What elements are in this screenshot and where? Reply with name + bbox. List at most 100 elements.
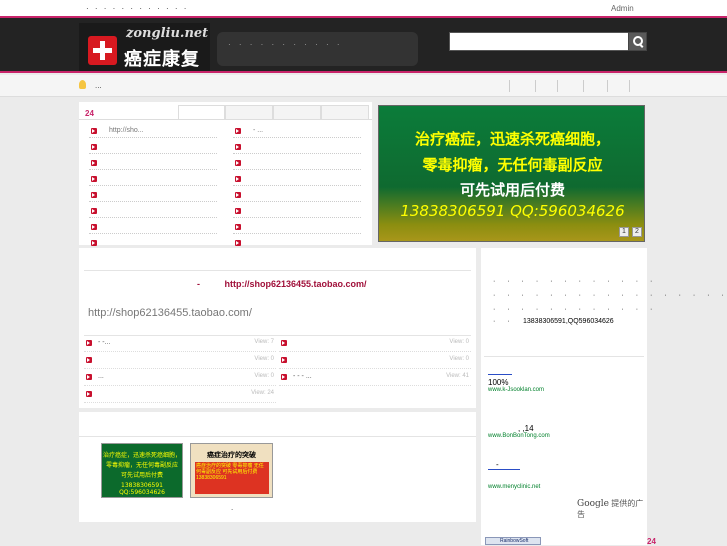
contact-phone: 13838306591,QQ596034626 (523, 318, 614, 325)
bullet-icon (235, 160, 241, 166)
news-panel: 24 http://sho... - ... (79, 102, 372, 250)
sponsored-ad[interactable]: , ,14 www.BonBonTong.com (488, 424, 550, 439)
bullet-icon (235, 224, 241, 230)
sponsored-ad[interactable]: - www.menyclinic.net (488, 460, 540, 490)
top-links[interactable]: · · · · · · · · · · · · (86, 4, 188, 13)
view-count: View: 0 (449, 339, 469, 345)
news-item[interactable] (89, 142, 217, 154)
news-item[interactable] (233, 206, 361, 218)
bullet-icon (235, 144, 241, 150)
bullet-icon (91, 176, 97, 182)
site-logo[interactable]: zongliu.net 癌症康复 (79, 23, 210, 71)
news-item[interactable]: http://sho... (89, 126, 217, 138)
bullet-icon (86, 374, 92, 380)
sidebar: · · · · · · · · · · · · · · · · · · · · … (481, 248, 727, 545)
banner-line: 治疗癌症，迅速杀死癌细胞， (414, 130, 610, 148)
bullet-icon (235, 192, 241, 198)
news-item[interactable] (233, 158, 361, 170)
bullet-icon (91, 128, 97, 134)
google-ads-label[interactable]: Google 提供的广告 (577, 498, 647, 520)
article-item[interactable]: View: 0 (84, 353, 276, 369)
tab[interactable] (321, 105, 369, 119)
view-count: View: 0 (449, 356, 469, 362)
thumb-line: 治疗癌症，迅速杀死癌细胞， (102, 452, 181, 459)
header: zongliu.net 癌症康复 · · · · · · · · · · · (0, 18, 727, 73)
bullet-icon (281, 374, 287, 380)
sidebar-text: · · · · · · · · · · · · (493, 306, 658, 313)
news-title[interactable]: - ... (253, 127, 263, 134)
ad-link[interactable]: www.menyclinic.net (488, 484, 540, 490)
menu-divider (509, 80, 510, 92)
bullet-icon (91, 160, 97, 166)
article-item[interactable]: View: 0 (279, 353, 471, 369)
featured-subtitle[interactable]: http://shop62136455.taobao.com/ (88, 307, 252, 319)
news-item[interactable] (233, 174, 361, 186)
news-item[interactable] (89, 206, 217, 218)
ad-body: , ,14 (518, 424, 534, 433)
thumbnail-ad-green[interactable]: 治疗癌症，迅速杀死癌细胞， 零毒抑瘤，无任何毒副反应 可先试用后付费 13838… (101, 443, 183, 498)
news-item[interactable] (233, 222, 361, 234)
ad-title[interactable] (488, 374, 512, 375)
featured-panel: - http://shop62136455.taobao.com/ http:/… (79, 248, 476, 408)
tab[interactable] (225, 105, 273, 119)
news-item[interactable] (233, 190, 361, 202)
sub-bar: ... (0, 75, 727, 97)
main-nav[interactable]: · · · · · · · · · · · (217, 32, 418, 66)
article-item[interactable]: - -... View: 7 (84, 336, 276, 352)
thumb-line: 13838306591 QQ:596034626 (119, 482, 165, 496)
news-item[interactable]: - ... (233, 126, 361, 138)
bullet-icon (235, 240, 241, 246)
banner-line: 零毒抑瘤，无任何毒副反应 (422, 156, 603, 174)
bullet-icon (86, 391, 92, 397)
banner-page-2[interactable]: 2 (632, 227, 642, 237)
article-item[interactable]: View: 0 (279, 336, 471, 352)
article-title[interactable]: - -... (98, 339, 110, 346)
ad-title[interactable] (488, 469, 520, 470)
article-title[interactable]: - - - ... (293, 373, 312, 380)
article-item[interactable]: View: 24 (84, 387, 276, 403)
article-item[interactable]: - - - ... View: 41 (279, 370, 471, 386)
news-item[interactable] (89, 174, 217, 186)
bullet-icon (235, 128, 241, 134)
thumbnail-ad-red[interactable]: 癌症治疗的突破 癌症治疗的突破 零毒抑瘤 无任何毒副反应 可先试用后付费 138… (190, 443, 273, 498)
news-item[interactable] (233, 142, 361, 154)
logo-title: 癌症康复 (124, 49, 200, 70)
news-item[interactable] (89, 222, 217, 234)
sponsored-ad[interactable]: 100% www.k-Jsooklan.com (488, 374, 544, 393)
article-title[interactable]: ... (98, 373, 104, 380)
bullet-icon (235, 176, 241, 182)
ad-body: - (496, 460, 499, 469)
article-item[interactable]: ... View: 0 (84, 370, 276, 386)
admin-link[interactable]: Admin (611, 4, 634, 13)
red-cross-icon (88, 36, 117, 65)
google-brand: Google (577, 499, 609, 509)
bullet-icon (86, 357, 92, 363)
thumb-body: 癌症治疗的突破 零毒抑瘤 无任何毒副反应 可先试用后付费 13838306591 (195, 462, 269, 494)
ad-link[interactable]: www.BonBonTong.com (488, 433, 550, 439)
shop-link[interactable]: http://shop62136455.taobao.com/ (225, 279, 367, 289)
ad-banner[interactable]: 治疗癌症，迅速杀死癌细胞， 零毒抑瘤，无任何毒副反应 可先试用后付费 13838… (378, 105, 645, 242)
bullet-icon (235, 208, 241, 214)
bullet-icon (91, 192, 97, 198)
thumb-line: 零毒抑瘤，无任何毒副反应 (105, 462, 178, 469)
news-item[interactable] (89, 158, 217, 170)
ad-link[interactable]: www.k-Jsooklan.com (488, 387, 544, 393)
ad-body: 100% (488, 378, 509, 387)
tab-active[interactable] (178, 105, 225, 119)
news-title[interactable]: http://sho... (109, 127, 144, 134)
news-item[interactable] (89, 190, 217, 202)
menu-divider (535, 80, 536, 92)
search-button[interactable] (628, 32, 647, 51)
banner-line: 可先试用后付费 (459, 181, 565, 199)
bullet-icon (86, 340, 92, 346)
search-input[interactable] (449, 32, 629, 51)
bullet-icon (91, 224, 97, 230)
featured-title[interactable]: - http://shop62136455.taobao.com/ (197, 279, 367, 289)
rainbowsoft-badge[interactable]: RainbowSoft (485, 537, 541, 545)
banner-page-1[interactable]: 1 (619, 227, 629, 237)
view-count: View: 41 (446, 373, 469, 379)
tab[interactable] (273, 105, 321, 119)
nav-items[interactable]: · · · · · · · · · · · (228, 40, 343, 49)
notice-text[interactable]: ... (95, 81, 102, 90)
sidebar-text: · · (493, 318, 515, 325)
